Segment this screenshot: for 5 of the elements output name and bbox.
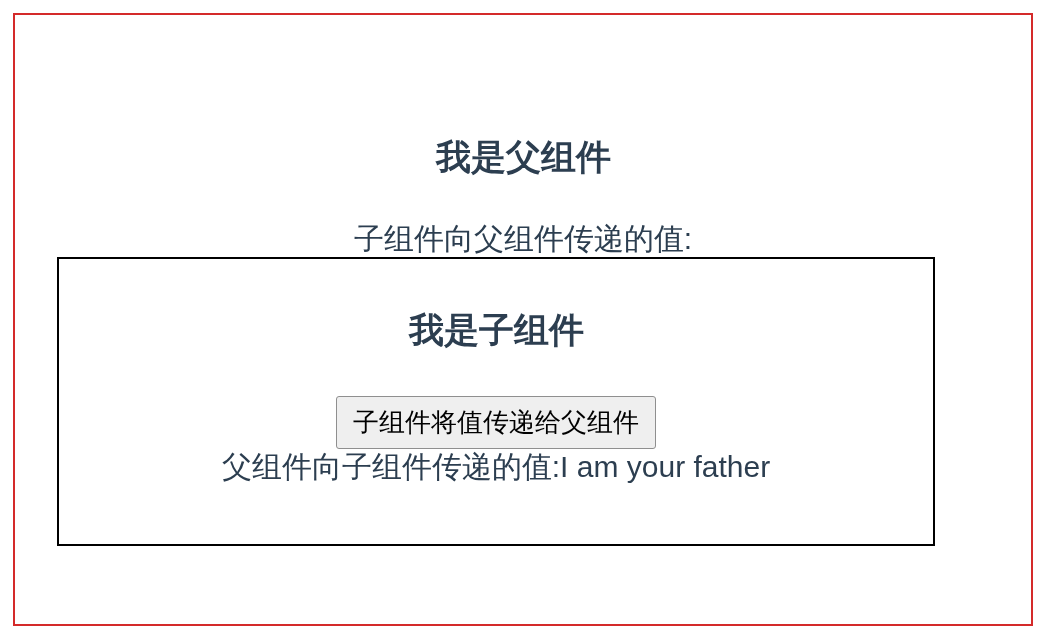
received-value-text: 父组件向子组件传递的值:I am your father xyxy=(221,449,771,485)
received-value-text: 子组件向父组件传递的值: xyxy=(353,221,693,257)
parent-heading: 我是父组件 xyxy=(435,136,611,178)
send-value-button[interactable]: 子组件将值传递给父组件 xyxy=(336,396,656,449)
child-heading: 我是子组件 xyxy=(408,309,584,351)
